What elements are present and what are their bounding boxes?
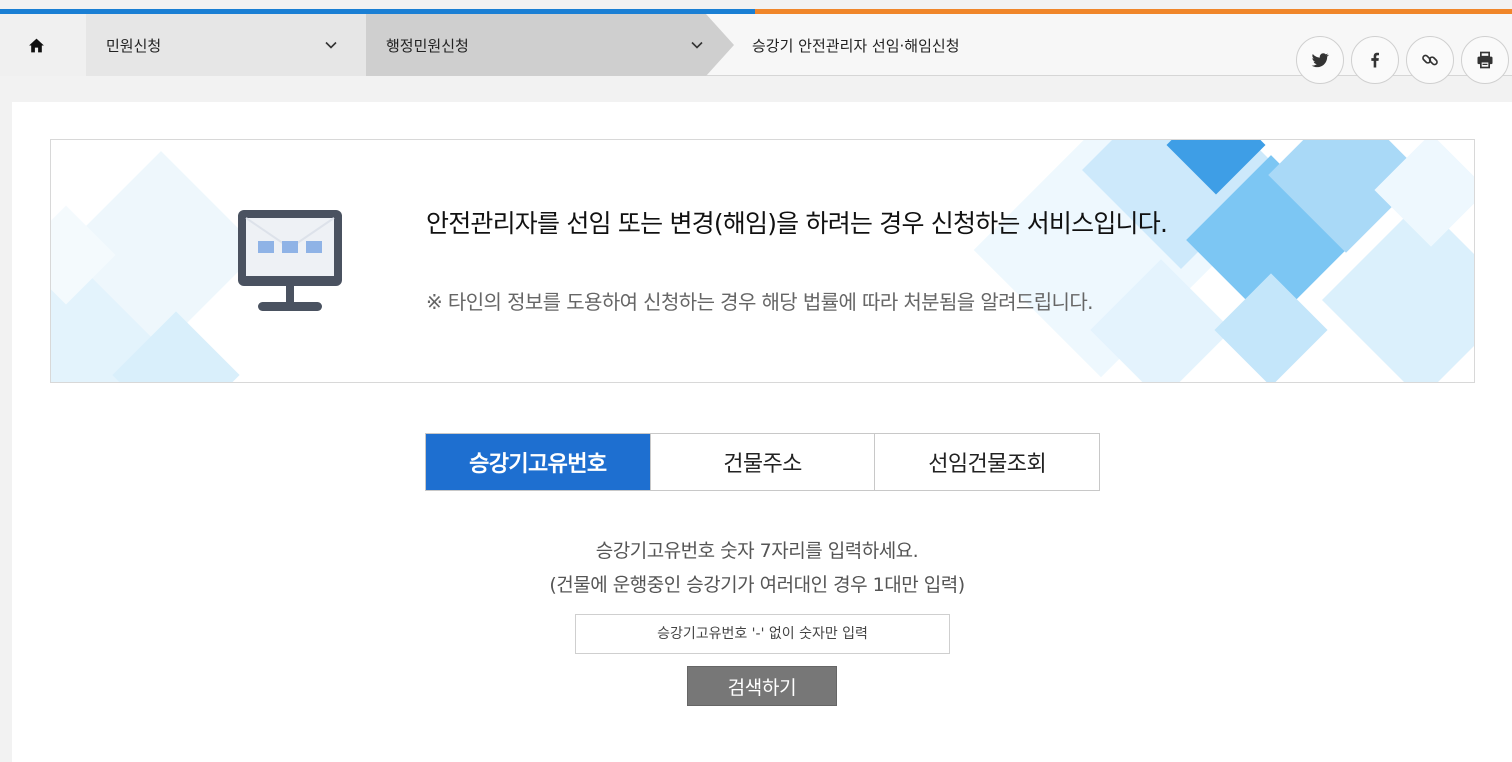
breadcrumb-item-label: 승강기 안전관리자 선임·해임신청 [752, 36, 960, 55]
chevron-down-icon[interactable] [324, 38, 338, 52]
tab-building-address[interactable]: 건물주소 [649, 434, 875, 490]
breadcrumb-item-label: 민원신청 [106, 36, 162, 55]
copy-link-button[interactable] [1406, 36, 1454, 84]
breadcrumb-item-label: 행정민원신청 [386, 36, 469, 55]
banner-title: 안전관리자를 선임 또는 변경(해임)을 하려는 경우 신청하는 서비스입니다. [426, 209, 1168, 238]
monitor-icon [238, 210, 342, 311]
breadcrumb: 민원신청 행정민원신청 승강기 안전관리자 선임·해임신청 [0, 14, 1512, 84]
link-icon [1422, 54, 1438, 66]
guide-text-line1: 승강기고유번호 숫자 7자리를 입력하세요. [595, 540, 919, 562]
tab-elevator-number[interactable]: 승강기고유번호 [426, 434, 650, 490]
banner-note: ※ 타인의 정보를 도용하여 신청하는 경우 해당 법률에 따라 처분됨을 알려… [426, 290, 1093, 314]
breadcrumb-separator [338, 14, 366, 76]
print-icon [1477, 51, 1493, 69]
search-button[interactable]: 검색하기 [687, 666, 837, 706]
search-type-tabs: 승강기고유번호 건물주소 선임건물조회 [425, 433, 1100, 491]
home-icon [28, 38, 44, 52]
guide-text-line2: (건물에 운행중인 승강기가 여러대인 경우 1대만 입력) [549, 574, 965, 596]
facebook-icon [1371, 52, 1379, 68]
breadcrumb-separator [706, 14, 734, 76]
chevron-down-icon[interactable] [690, 38, 704, 52]
breadcrumb-separator [58, 14, 86, 76]
service-banner: 안전관리자를 선임 또는 변경(해임)을 하려는 경우 신청하는 서비스입니다.… [50, 139, 1475, 383]
twitter-icon [1311, 53, 1329, 68]
elevator-number-input[interactable] [575, 614, 950, 654]
breadcrumb-current: 승강기 안전관리자 선임·해임신청 [706, 14, 1206, 76]
facebook-share-button[interactable] [1351, 36, 1399, 84]
breadcrumb-item-2[interactable]: 행정민원신청 [366, 14, 706, 76]
twitter-share-button[interactable] [1296, 36, 1344, 84]
print-button[interactable] [1461, 36, 1509, 84]
tab-appointed-building-search[interactable]: 선임건물조회 [874, 434, 1100, 490]
